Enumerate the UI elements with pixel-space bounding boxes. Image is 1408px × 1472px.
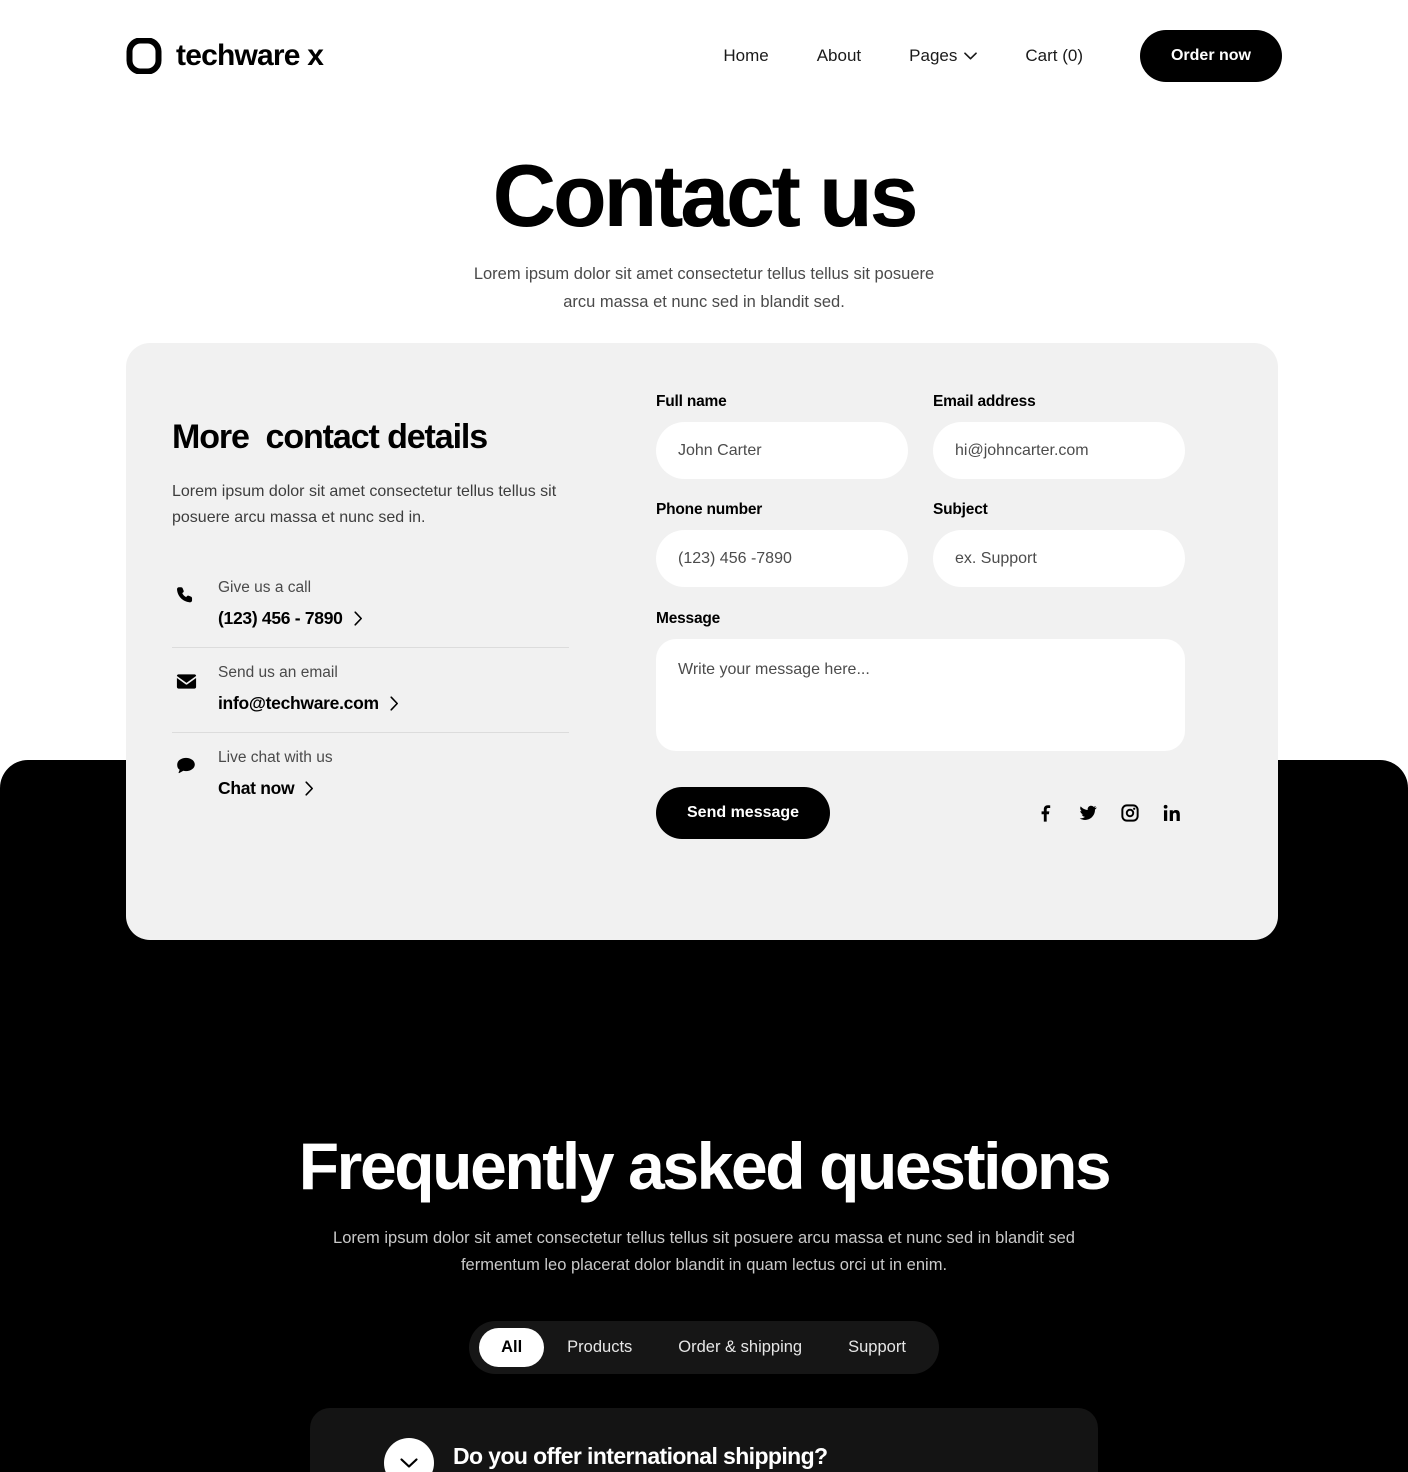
contact-method-chat-value[interactable]: Chat now [218,778,333,799]
field-message: Message [656,610,1232,756]
faq-filter-products[interactable]: Products [544,1328,655,1367]
main-nav: Home About Pages Cart (0) Order now [699,30,1282,82]
full-name-input[interactable] [656,422,908,479]
brand-logo[interactable]: techware x [126,38,324,74]
social-links [1037,804,1181,822]
send-message-button[interactable]: Send message [656,787,831,839]
contact-details-description: Lorem ipsum dolor sit amet consectetur t… [172,483,557,526]
nav-item-about[interactable]: About [793,46,885,66]
squircle-outline-logo-icon [126,38,162,74]
faq-filter-order-shipping[interactable]: Order & shipping [655,1328,825,1367]
faq-filter-support[interactable]: Support [825,1328,929,1367]
faq-filter-bar: All Products Order & shipping Support [469,1320,939,1374]
chevron-right-icon [305,781,314,796]
faq-item-question: Do you offer international shipping? [453,1443,828,1469]
field-subject: Subject [933,501,1185,587]
message-textarea[interactable] [656,639,1185,751]
faq-filter-all[interactable]: All [479,1327,545,1367]
contact-method-chat[interactable]: Live chat with us Chat now [172,733,569,817]
form-fields-grid: Full name Email address Phone number Sub… [656,393,1232,609]
field-email-address: Email address [933,393,1185,479]
field-phone-number-label: Phone number [656,501,763,518]
instagram-icon[interactable] [1121,804,1139,822]
phone-number-input[interactable] [656,530,908,587]
field-email-address-label: Email address [933,393,1036,410]
site-header: techware x Home About Pages Cart (0) Ord… [0,0,1408,112]
contact-method-email-value[interactable]: info@techware.com [218,693,399,714]
nav-item-about-label: About [816,46,862,65]
chevron-right-icon [390,696,398,711]
email-value-text: info@techware.com [218,693,379,713]
page-title: Contact us [492,146,919,245]
chevron-down-icon [400,1458,418,1468]
nav-item-home-label: Home [723,46,769,65]
chevron-right-icon [354,611,362,626]
order-now-button[interactable]: Order now [1139,30,1282,82]
contact-method-phone-value[interactable]: (123) 456 - 7890 [218,608,363,629]
envelope-icon [172,662,200,693]
brand-name: techware x [176,39,324,72]
email-address-input[interactable] [933,422,1185,479]
contact-method-email-label: Send us an email [218,664,338,681]
field-full-name-label: Full name [656,393,727,410]
contact-method-phone[interactable]: Give us a call (123) 456 - 7890 [172,563,569,647]
field-message-label: Message [656,610,721,627]
faq-title: Frequently asked questions [298,1129,1112,1203]
field-phone-number: Phone number [656,501,908,587]
twitter-icon[interactable] [1079,804,1097,822]
chat-bubble-icon [172,747,200,777]
contact-method-chat-label: Live chat with us [218,749,333,766]
contact-form: Full name Email address Phone number Sub… [626,343,1278,940]
nav-item-cart-label: Cart (0) [1025,46,1083,65]
phone-value-text: (123) 456 - 7890 [218,608,343,628]
contact-card: More contact details Lorem ipsum dolor s… [126,343,1278,940]
faq-subtitle: Lorem ipsum dolor sit amet consectetur t… [333,1228,1075,1274]
field-subject-label: Subject [933,501,988,518]
contact-method-phone-label: Give us a call [218,579,312,596]
nav-item-pages-label: Pages [909,46,958,65]
nav-item-home[interactable]: Home [699,46,792,66]
subject-input[interactable] [933,530,1185,587]
facebook-icon[interactable] [1037,804,1055,822]
contact-page: techware x Home About Pages Cart (0) Ord… [0,0,1408,1472]
phone-icon [172,577,200,607]
nav-item-pages[interactable]: Pages [885,46,1001,66]
contact-method-email[interactable]: Send us an email info@techware.com [172,648,569,732]
contact-details-title: More contact details [172,418,488,456]
hero-subtitle: Lorem ipsum dolor sit amet consectetur t… [473,265,935,312]
nav-item-cart[interactable]: Cart (0) [1001,46,1107,66]
faq-section: Frequently asked questions Lorem ipsum d… [0,1130,1408,1374]
field-full-name: Full name [656,393,908,479]
contact-methods-list: Give us a call (123) 456 - 7890 Send us … [172,563,569,817]
form-footer: Send message [656,787,1185,839]
chat-value-text: Chat now [218,778,295,798]
contact-details-panel: More contact details Lorem ipsum dolor s… [126,343,626,940]
hero-section: Contact us Lorem ipsum dolor sit amet co… [0,146,1408,316]
chevron-down-icon [964,52,978,60]
linkedin-icon[interactable] [1163,804,1181,822]
